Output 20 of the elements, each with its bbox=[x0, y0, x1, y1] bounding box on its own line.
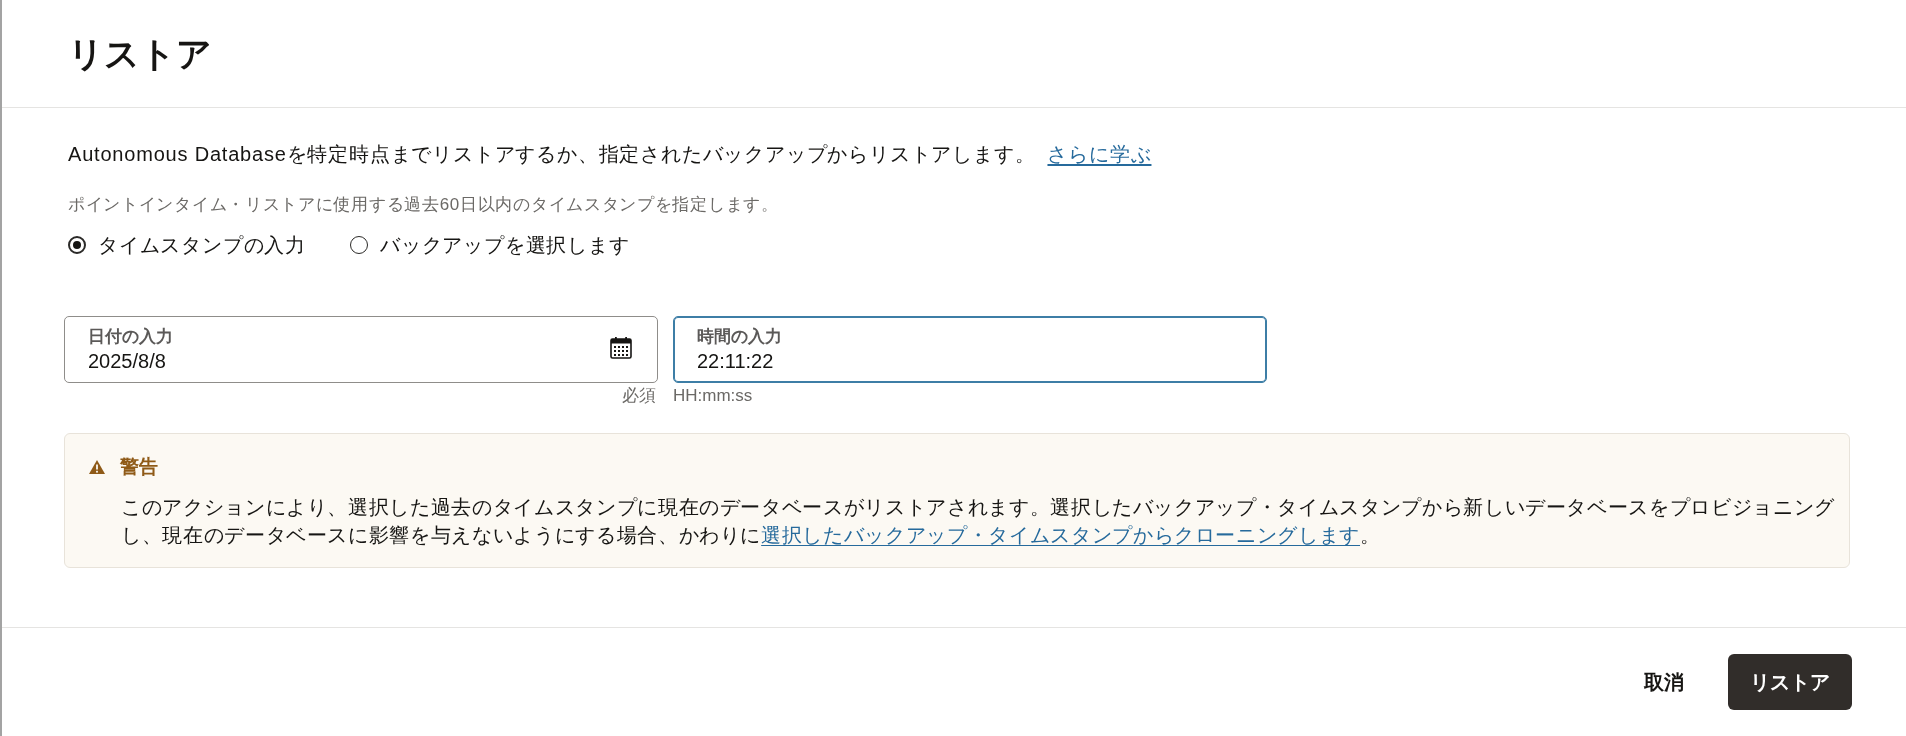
required-note: 必須 bbox=[622, 385, 656, 407]
hint-text: ポイントインタイム・リストアに使用する過去60日以内のタイムスタンプを指定します。 bbox=[68, 194, 780, 216]
warning-icon bbox=[89, 460, 105, 474]
description-text: Autonomous Databaseを特定時点までリストアするか、指定されたバックアップからリストアします。 さらに学ぶ bbox=[68, 142, 1153, 167]
restore-option-radio[interactable]: バックアップを選択します bbox=[350, 231, 630, 259]
clone-link[interactable]: 選択したバックアップ・タイムスタンプからクローニングします bbox=[761, 524, 1360, 546]
field-label: 日付の入力 bbox=[88, 327, 173, 347]
time-field[interactable]: 時間の入力 22:11:22 bbox=[673, 316, 1267, 383]
dialog-title: リストア bbox=[68, 32, 212, 75]
field-label: 時間の入力 bbox=[697, 327, 782, 347]
restore-option-radio[interactable]: タイムスタンプの入力 bbox=[68, 231, 306, 259]
date-field[interactable]: 日付の入力 2025/8/8 bbox=[64, 316, 658, 383]
restore-button[interactable]: リストア bbox=[1728, 654, 1852, 710]
radio-icon[interactable] bbox=[68, 236, 86, 254]
warning-message: このアクションにより、選択した過去のタイムスタンプに現在のデータベースがリストアされます。選択したバックアップ・タイムスタンプから新しいデータベースをプロビジョニングし、現在のデータベースに影響を与えないようにする場合、かわりに 選択したバックアップ・タイムスタンプからクローニングします。 bbox=[121, 495, 1836, 548]
format-hint: HH:mm:ss bbox=[673, 385, 753, 407]
calendar-icon[interactable] bbox=[609, 335, 633, 360]
warning-title: 警告 bbox=[120, 455, 158, 479]
cancel-button[interactable]: 取消 bbox=[1626, 654, 1702, 710]
learn-more-link[interactable]: さらに学ぶ bbox=[1047, 143, 1152, 165]
